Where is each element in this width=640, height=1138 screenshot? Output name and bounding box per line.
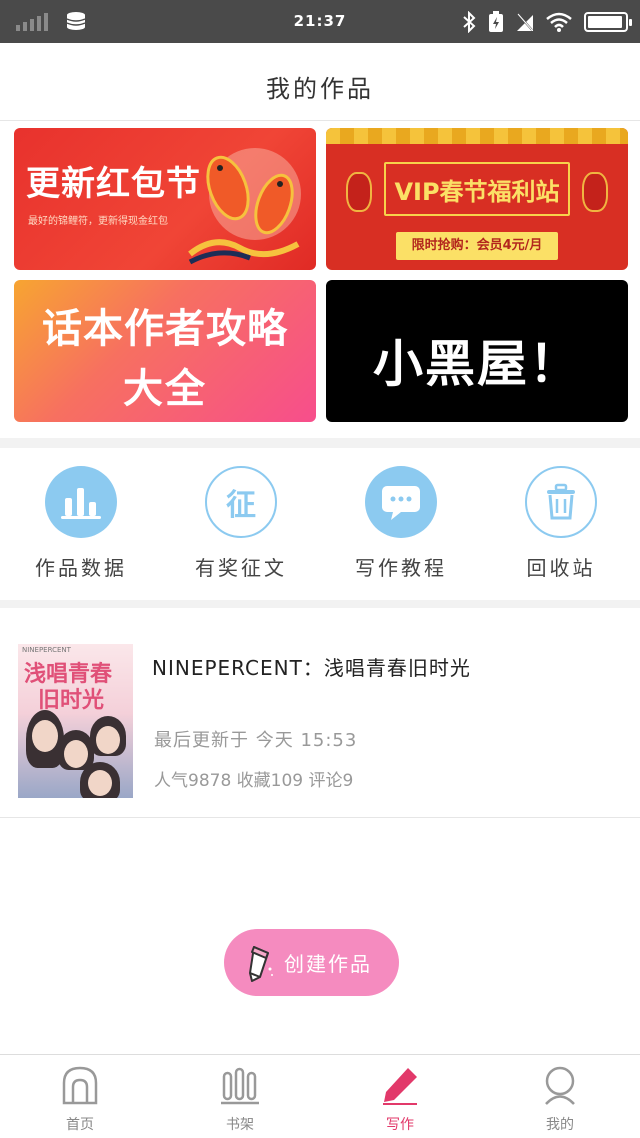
- lantern-icon: [346, 172, 372, 212]
- tab-write[interactable]: 写作: [320, 1055, 480, 1138]
- cover-tag: NINEPERCENT: [22, 646, 71, 654]
- banner-grid: 更新红包节 最好的锦鲤符，更新得现金红包 VIP春节福利站 限时抢购：会员4元/…: [14, 128, 628, 424]
- action-recycle-bin[interactable]: 回收站: [480, 448, 640, 600]
- banner-title: 小黑屋！: [373, 335, 581, 393]
- action-work-data[interactable]: 作品数据: [0, 448, 160, 600]
- tab-label: 首页: [66, 1117, 94, 1133]
- banner-title: 更新红包节: [26, 164, 201, 204]
- work-updated: 最后更新于 今天 15:53: [154, 730, 358, 751]
- tab-label: 写作: [386, 1117, 414, 1133]
- banner-title: VIP春节福利站: [394, 178, 560, 206]
- tab-label: 书架: [226, 1117, 254, 1133]
- create-work-label: 创建作品: [284, 952, 372, 976]
- banner-promo: 限时抢购：会员4元/月: [396, 232, 558, 260]
- koi-fish-icon: [188, 148, 301, 265]
- battery-saver-icon: [489, 11, 503, 32]
- bar-chart-icon: [45, 466, 117, 538]
- action-label: 作品数据: [35, 556, 127, 580]
- action-label: 有奖征文: [195, 556, 287, 580]
- section-divider: [0, 438, 640, 448]
- banner-author-guide[interactable]: 话本作者攻略 大全: [14, 280, 316, 422]
- battery-icon: [584, 12, 632, 32]
- pencil-icon: [383, 1068, 417, 1105]
- action-label: 回收站: [526, 556, 596, 580]
- action-tutorial[interactable]: 写作教程: [320, 448, 480, 600]
- lantern-icon: [582, 172, 608, 212]
- tab-label: 我的: [546, 1117, 574, 1133]
- work-title: NINEPERCENT：浅唱青春旧时光: [152, 656, 471, 680]
- trash-icon: [525, 466, 597, 538]
- zheng-icon: 征: [205, 466, 277, 538]
- book-cover: NINEPERCENT 浅唱青春 旧时光: [18, 644, 133, 798]
- page-title: 我的作品: [266, 75, 374, 103]
- wifi-icon: [546, 12, 572, 32]
- banner-subtitle: 最好的锦鲤符，更新得现金红包: [28, 216, 168, 227]
- chat-bubble-icon: [365, 466, 437, 538]
- create-work-button[interactable]: 创建作品: [224, 929, 399, 996]
- zheng-glyph: 征: [226, 488, 256, 523]
- no-signal-icon: [517, 13, 533, 31]
- tab-profile[interactable]: 我的: [480, 1055, 640, 1138]
- tab-bookshelf[interactable]: 书架: [160, 1055, 320, 1138]
- banner-title-line2: 大全: [123, 366, 207, 412]
- roof-decoration: [326, 128, 628, 144]
- bottom-tab-bar: 首页 书架 写作 我的: [0, 1054, 640, 1138]
- status-bar: 21:37: [0, 0, 640, 43]
- profile-icon: [545, 1066, 575, 1105]
- work-stats: 人气9878 收藏109 评论9: [154, 771, 354, 791]
- tab-home[interactable]: 首页: [0, 1055, 160, 1138]
- pencil-icon: [249, 945, 273, 982]
- banner-title-line1: 话本作者攻略: [42, 306, 288, 352]
- action-contest[interactable]: 征 有奖征文: [160, 448, 320, 600]
- bluetooth-icon: [463, 11, 476, 33]
- work-list-item[interactable]: NINEPERCENT 浅唱青春 旧时光 NINEPERCENT：浅唱青春旧时光…: [0, 608, 640, 818]
- cover-title-line2: 旧时光: [38, 688, 105, 713]
- home-icon: [62, 1066, 98, 1105]
- page-header: 我的作品: [0, 43, 640, 121]
- banner-vip-spring-festival[interactable]: VIP春节福利站 限时抢购：会员4元/月: [326, 128, 628, 270]
- banner-red-packet-festival[interactable]: 更新红包节 最好的锦鲤符，更新得现金红包: [14, 128, 316, 270]
- action-label: 写作教程: [355, 556, 447, 580]
- bookshelf-icon: [221, 1067, 259, 1105]
- banner-dark-room[interactable]: 小黑屋！: [326, 280, 628, 422]
- quick-actions: 作品数据 征 有奖征文 写作教程 回收站: [0, 448, 640, 600]
- section-divider: [0, 600, 640, 608]
